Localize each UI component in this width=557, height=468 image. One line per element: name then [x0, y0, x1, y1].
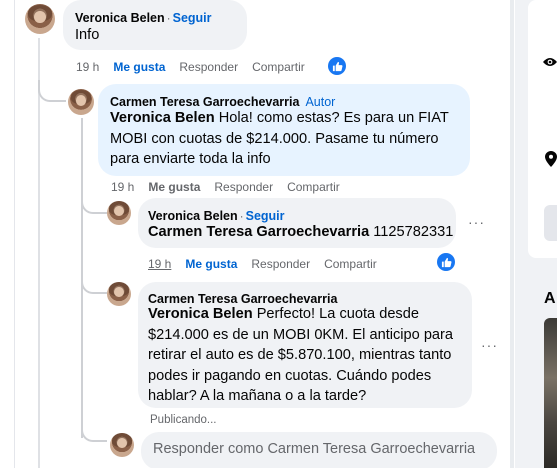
avatar[interactable] — [107, 201, 131, 225]
like-reaction-icon[interactable] — [328, 57, 346, 75]
separator-dot: · — [166, 11, 171, 25]
card-heading: A — [544, 290, 556, 307]
mention-link[interactable]: Carmen Teresa Garroechevarria — [148, 224, 369, 240]
thread-connector — [81, 200, 107, 214]
separator-dot: · — [239, 209, 244, 223]
comment-author[interactable]: Veronica Belen — [75, 11, 165, 25]
share-button[interactable]: Compartir — [324, 257, 377, 271]
card-button[interactable] — [544, 205, 557, 241]
thread-line-nested — [81, 118, 83, 438]
thread-line-left-edge — [14, 0, 15, 468]
avatar[interactable] — [68, 89, 94, 115]
share-button[interactable]: Compartir — [287, 180, 340, 194]
reply-button[interactable]: Responder — [251, 257, 310, 271]
thread-line-main — [38, 38, 40, 468]
thread-connector — [38, 80, 66, 102]
comment-body: 1125782331 — [373, 224, 454, 240]
reply-input[interactable]: Responder como Carmen Teresa Garroecheva… — [141, 432, 497, 468]
like-button[interactable]: Me gusta — [148, 180, 200, 194]
more-options-icon[interactable]: ··· — [468, 214, 485, 230]
comment-actions: 19 h Me gusta Responder Compartir — [76, 60, 319, 74]
thread-connector — [81, 280, 107, 294]
avatar[interactable] — [25, 4, 55, 34]
comment-bubble: Veronica Belen · Seguir Info — [63, 0, 247, 50]
more-options-icon[interactable]: ··· — [481, 337, 498, 353]
avatar[interactable] — [107, 282, 131, 306]
timestamp[interactable]: 19 h — [148, 257, 171, 271]
thread-connector — [81, 428, 107, 442]
thumbnail-image[interactable] — [544, 318, 557, 468]
avatar[interactable] — [110, 433, 134, 457]
follow-button[interactable]: Seguir — [246, 209, 285, 223]
mention-link[interactable]: Veronica Belen — [110, 110, 215, 126]
comment-bubble: Carmen Teresa Garroechevarria Autor Veron… — [98, 84, 470, 176]
reply-placeholder: Responder como Carmen Teresa Garroecheva… — [153, 441, 476, 457]
comment-bubble: Carmen Teresa Garroechevarria Veronica B… — [138, 282, 472, 408]
reply-button[interactable]: Responder — [214, 180, 273, 194]
comment-actions: 19 h Me gusta Responder Compartir — [111, 180, 354, 194]
comment-text: Carmen Teresa Garroechevarria 1125782331 — [148, 222, 453, 243]
comment-author[interactable]: Carmen Teresa Garroechevarria — [110, 95, 299, 109]
follow-button[interactable]: Seguir — [173, 11, 212, 25]
like-button[interactable]: Me gusta — [113, 60, 165, 74]
timestamp[interactable]: 19 h — [111, 180, 134, 194]
like-reaction-icon[interactable] — [437, 253, 455, 271]
comment-actions: 19 h Me gusta Responder Compartir — [148, 257, 391, 271]
comment-text: Info — [75, 27, 100, 43]
publishing-status: Publicando... — [150, 414, 217, 426]
reply-button[interactable]: Responder — [179, 60, 238, 74]
comment-bubble: Veronica Belen · Seguir Carmen Teresa Garr… — [138, 198, 456, 248]
comment-text: Veronica Belen Hola! como estas? Es para… — [110, 108, 462, 170]
comment-author[interactable]: Veronica Belen — [148, 209, 238, 223]
author-badge: Autor — [305, 95, 336, 109]
thread-line-right-edge — [510, 0, 514, 468]
share-button[interactable]: Compartir — [252, 60, 305, 74]
eye-icon — [542, 55, 557, 67]
comment-text: Veronica Belen Perfecto! La cuota desde … — [148, 304, 466, 407]
location-pin-icon — [545, 151, 557, 167]
timestamp[interactable]: 19 h — [76, 60, 99, 74]
like-button[interactable]: Me gusta — [185, 257, 237, 271]
mention-link[interactable]: Veronica Belen — [148, 306, 253, 322]
